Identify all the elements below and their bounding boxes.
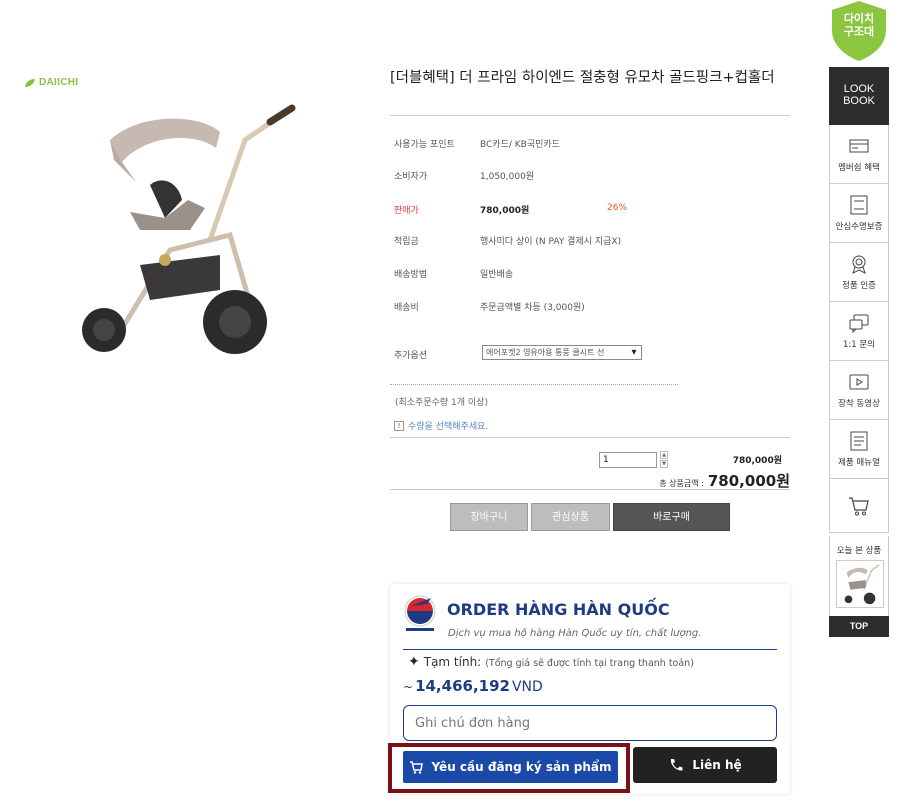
approx-sign: ~ bbox=[403, 680, 414, 694]
recently-viewed-label: 오늘 본 상품 bbox=[836, 546, 882, 556]
brand-logo: DAIICHI bbox=[24, 77, 78, 88]
quick-inquiry[interactable]: 1:1 문의 bbox=[830, 302, 888, 361]
rescue-badge[interactable]: 다이치 구조대 bbox=[830, 0, 888, 62]
info-row-list-price: 소비자가 1,050,000원 bbox=[394, 169, 784, 183]
info-icon: ! bbox=[394, 420, 404, 431]
quick-label: 장착 동영상 bbox=[838, 399, 880, 409]
order-title: ORDER HÀNG HÀN QUỐC bbox=[447, 600, 670, 619]
info-row-shipping-method: 배송방법 일반배송 bbox=[394, 267, 784, 281]
recent-product-thumbnail[interactable] bbox=[836, 560, 884, 608]
document-icon bbox=[850, 195, 868, 215]
medal-icon bbox=[852, 255, 866, 274]
quantity-input[interactable]: 1 bbox=[599, 452, 657, 468]
option-label: 추가옵션 bbox=[394, 351, 428, 361]
estimate-row: ✦ Tạm tính: (Tổng giá sẽ được tính tại t… bbox=[408, 654, 694, 670]
quick-manual[interactable]: 제품 매뉴얼 bbox=[830, 420, 888, 479]
quick-authentic[interactable]: 정품 인증 bbox=[830, 243, 888, 302]
info-value: BC카드/ KB국민카드 bbox=[480, 140, 560, 150]
quick-label: 안심수명보증 bbox=[835, 222, 883, 232]
qty-notice: ! 수량을 선택해주세요. bbox=[394, 419, 488, 432]
order-note-input[interactable] bbox=[403, 705, 777, 741]
option-select[interactable]: 에어포켓2 영유아용 통풍 쿨시트 선 ▾ bbox=[482, 345, 642, 360]
divider bbox=[390, 115, 790, 116]
info-value: 행사미다 상이 (N PAY 결제시 지급X) bbox=[480, 237, 622, 247]
order-subtitle: Dịch vụ mua hộ hàng Hàn Quốc uy tín, chấ… bbox=[448, 628, 702, 639]
total-value: 780,000원 bbox=[707, 472, 790, 490]
request-product-label: Yêu cầu đăng ký sản phẩm bbox=[431, 760, 612, 774]
discount-rate: 26% bbox=[607, 203, 628, 213]
divider bbox=[390, 437, 790, 438]
estimated-price: ~ 14,466,192 VND bbox=[403, 677, 543, 695]
manual-icon bbox=[850, 431, 868, 451]
info-label: 소비자가 bbox=[394, 172, 428, 182]
video-icon bbox=[849, 374, 869, 390]
info-label: 적립금 bbox=[394, 237, 419, 247]
contact-button[interactable]: Liên hệ bbox=[633, 747, 777, 783]
request-product-button[interactable]: Yêu cầu đăng ký sản phẩm bbox=[403, 751, 618, 783]
info-row-reward: 적립금 행사미다 상이 (N PAY 결제시 지급X) bbox=[394, 234, 784, 248]
option-selected: 에어포켓2 영유아용 통풍 쿨시트 선 bbox=[486, 348, 605, 357]
quick-cart[interactable] bbox=[830, 479, 888, 533]
cart-button[interactable]: 장바구니 bbox=[450, 503, 528, 531]
info-value: 주문금액별 차등 (3,000원) bbox=[480, 303, 585, 313]
price-amount: 14,466,192 bbox=[415, 677, 510, 695]
lookbook-button[interactable]: LOOK BOOK bbox=[829, 67, 889, 125]
quick-video[interactable]: 장착 동영상 bbox=[830, 361, 888, 420]
divider bbox=[403, 649, 777, 650]
quick-label: 1:1 문의 bbox=[842, 340, 876, 350]
chevron-down-icon: ▾ bbox=[628, 346, 640, 359]
qty-down-button[interactable]: ▼ bbox=[660, 460, 668, 468]
brand-name: DAIICHI bbox=[39, 77, 79, 88]
qty-notice-text: 수량을 선택해주세요. bbox=[408, 422, 489, 432]
quick-menu: 멤버쉽 혜택 안심수명보증 정품 인증 1:1 문의 장착 동영상 제품 매뉴얼 bbox=[829, 125, 889, 533]
recently-viewed: 오늘 본 상품 bbox=[829, 536, 889, 616]
min-qty-text: (최소주문수량 1개 이상) bbox=[395, 398, 488, 408]
leaf-icon bbox=[25, 78, 35, 87]
wishlist-button[interactable]: 관심상품 bbox=[531, 503, 610, 531]
contact-label: Liên hệ bbox=[692, 758, 742, 772]
info-row-sale-price: 판매가 780,000원 26% bbox=[394, 203, 784, 217]
quick-label: 멤버쉽 혜택 bbox=[838, 163, 880, 173]
info-row-points: 사용가능 포인트 BC카드/ KB국민카드 bbox=[394, 137, 784, 151]
cart-icon bbox=[410, 760, 424, 774]
info-row-shipping-fee: 배송비 주문금액별 차등 (3,000원) bbox=[394, 300, 784, 314]
info-value: 1,050,000원 bbox=[480, 172, 535, 182]
order-logo-icon bbox=[404, 595, 436, 631]
info-label: 배송방법 bbox=[394, 270, 428, 280]
estimate-label: Tạm tính: bbox=[423, 655, 482, 669]
badge-text: 다이치 구조대 bbox=[843, 12, 875, 38]
info-label: 판매가 bbox=[394, 206, 419, 216]
info-value: 일반배송 bbox=[480, 270, 514, 280]
quick-membership[interactable]: 멤버쉽 혜택 bbox=[830, 125, 888, 184]
info-label: 배송비 bbox=[394, 303, 419, 313]
price-currency: VND bbox=[511, 679, 543, 695]
qty-up-button[interactable]: ▲ bbox=[660, 451, 668, 459]
sparkle-icon: ✦ bbox=[408, 654, 420, 670]
divider bbox=[390, 489, 790, 490]
divider bbox=[390, 384, 678, 385]
product-image bbox=[82, 104, 296, 354]
cart-icon bbox=[849, 496, 869, 515]
buy-now-button[interactable]: 바로구매 bbox=[613, 503, 730, 531]
product-title: [더블혜택] 더 프라임 하이엔드 절충형 유모차 골드핑크+컵홀더 bbox=[390, 70, 775, 86]
total-label: 총 상품금액 : bbox=[659, 479, 704, 488]
phone-icon bbox=[671, 759, 683, 771]
line-price: 780,000원 bbox=[732, 456, 782, 466]
quick-label: 제품 매뉴얼 bbox=[838, 458, 880, 468]
card-icon bbox=[849, 139, 869, 153]
total-price: 총 상품금액 : 780,000원 bbox=[659, 470, 790, 491]
quick-label: 정품 인증 bbox=[842, 281, 876, 291]
quick-warranty[interactable]: 안심수명보증 bbox=[830, 184, 888, 243]
info-label: 사용가능 포인트 bbox=[394, 140, 455, 150]
estimate-note: (Tổng giá sẽ được tính tại trang thanh t… bbox=[485, 658, 694, 669]
chat-icon bbox=[849, 314, 869, 334]
scroll-top-button[interactable]: TOP bbox=[829, 616, 889, 637]
sale-price: 780,000원 bbox=[480, 206, 530, 216]
